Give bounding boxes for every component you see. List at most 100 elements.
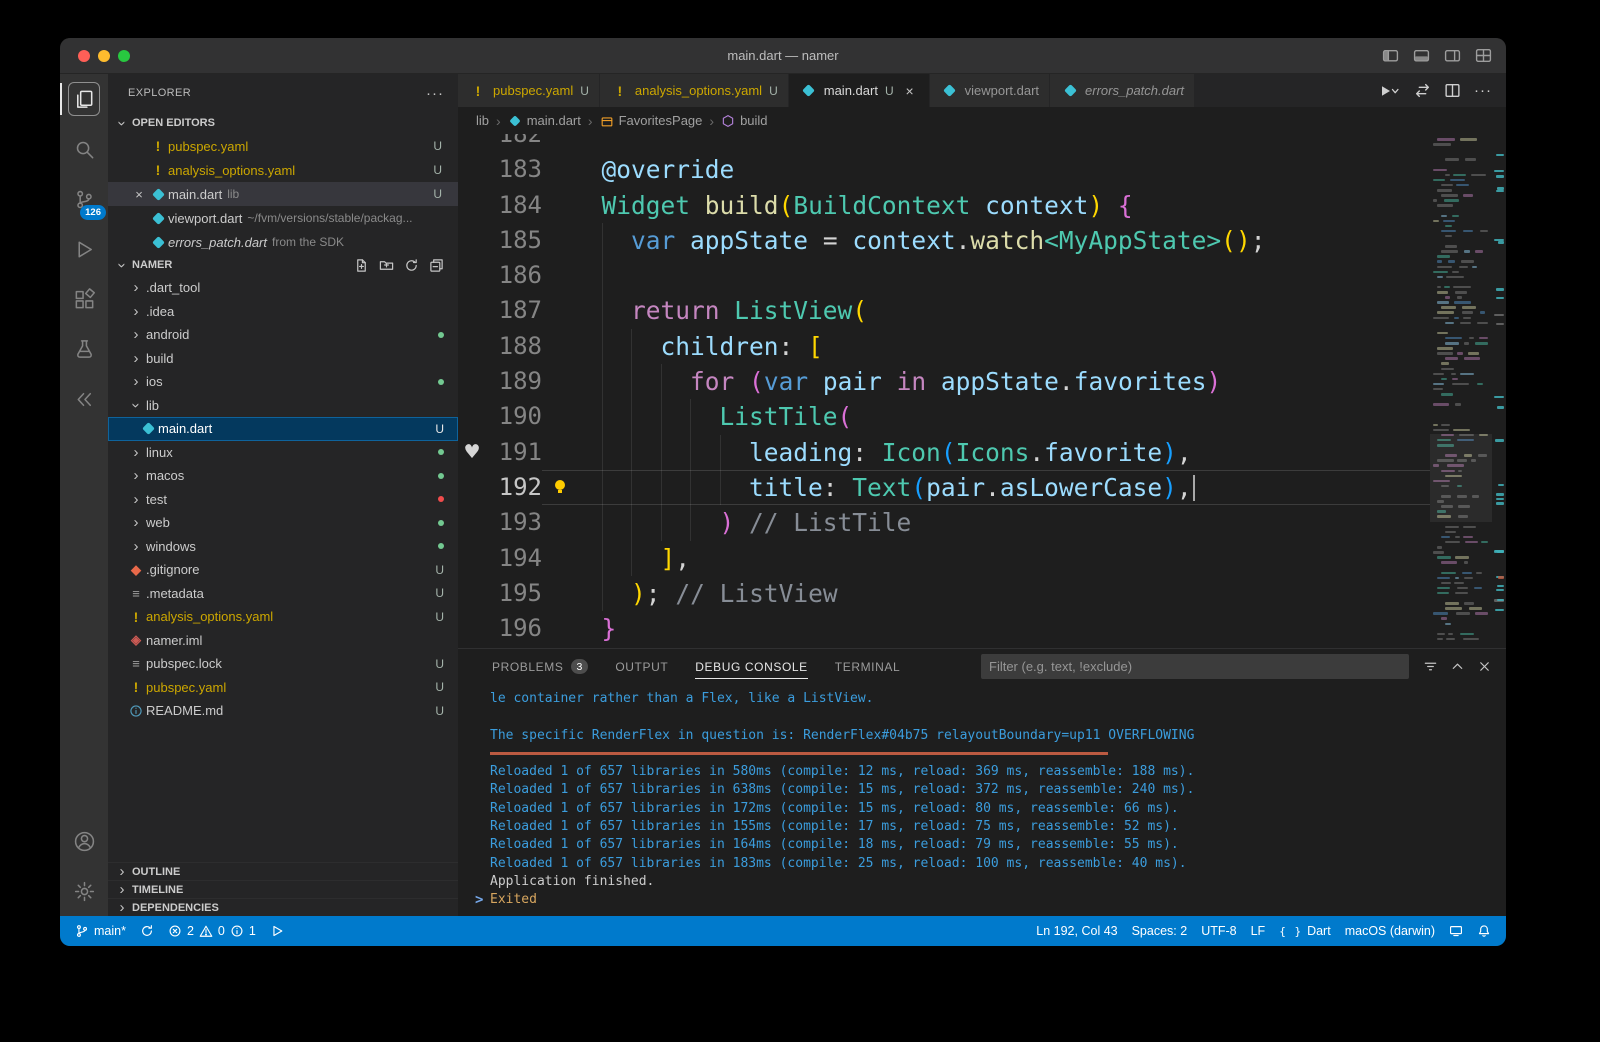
refresh-icon[interactable] <box>404 258 419 273</box>
glyph-margin[interactable]: ♥ <box>458 435 486 470</box>
file-namer-iml[interactable]: ◈namer.iml <box>108 629 458 653</box>
sidebar-more-actions-icon[interactable]: ··· <box>426 85 444 102</box>
status-sync[interactable] <box>133 916 161 946</box>
glyph-margin[interactable] <box>458 364 486 399</box>
file-readme-md[interactable]: README.mdU <box>108 699 458 723</box>
glyph-margin[interactable] <box>458 134 486 152</box>
editor[interactable]: 182183 @override184 Widget build(BuildCo… <box>458 134 1506 648</box>
open-editor-viewport-dart[interactable]: viewport.dart~/fvm/versions/stable/packa… <box>108 206 458 230</box>
tab-viewport-dart[interactable]: viewport.dart <box>930 74 1050 107</box>
folder-build[interactable]: ›build <box>108 347 458 371</box>
breadcrumb-favoritespage[interactable]: FavoritesPage <box>600 113 703 128</box>
close-button[interactable] <box>78 50 90 62</box>
panel-tab-terminal[interactable]: TERMINAL <box>835 649 900 684</box>
customize-layout-icon[interactable] <box>1475 47 1492 64</box>
activity-extensions[interactable] <box>60 274 108 324</box>
zoom-button[interactable] <box>118 50 130 62</box>
activity-run-debug[interactable] <box>60 224 108 274</box>
status-eol[interactable]: LF <box>1244 916 1273 946</box>
file-metadata[interactable]: ≡.metadataU <box>108 582 458 606</box>
status-notifications[interactable] <box>1470 916 1498 946</box>
filter-icon[interactable] <box>1423 659 1438 674</box>
split-editor-icon[interactable] <box>1444 82 1461 99</box>
glyph-margin[interactable] <box>458 293 486 328</box>
console-output[interactable]: le container rather than a Flex, like a … <box>458 684 1506 916</box>
open-editor-errors-patch-dart[interactable]: errors_patch.dartfrom the SDK <box>108 230 458 254</box>
more-icon[interactable]: ··· <box>1474 82 1492 99</box>
file-main-dart[interactable]: main.dartU <box>108 417 458 441</box>
minimize-button[interactable] <box>98 50 110 62</box>
folder-dart-tool[interactable]: ›.dart_tool <box>108 276 458 300</box>
activity-double-chevron[interactable] <box>60 374 108 424</box>
panel-tab-debug-console[interactable]: DEBUG CONSOLE <box>695 649 808 684</box>
open-changes-icon[interactable] <box>1414 82 1431 99</box>
tab-main-dart[interactable]: main.dartU× <box>789 74 930 107</box>
folder-linux[interactable]: ›linux <box>108 441 458 465</box>
activity-explorer[interactable] <box>60 74 108 124</box>
folder-idea[interactable]: ›.idea <box>108 300 458 324</box>
glyph-margin[interactable] <box>458 258 486 293</box>
collapse-all-icon[interactable] <box>429 258 444 273</box>
glyph-margin[interactable] <box>458 329 486 364</box>
breadcrumb-build[interactable]: build <box>721 113 767 128</box>
file-pubspec-lock[interactable]: ≡pubspec.lockU <box>108 652 458 676</box>
file-gitignore[interactable]: ◆.gitignoreU <box>108 558 458 582</box>
status-diagnostics[interactable]: 201 <box>161 916 263 946</box>
glyph-margin[interactable] <box>458 223 486 258</box>
status-language-mode[interactable]: { }Dart <box>1272 916 1338 946</box>
open-editor-analysis-options-yaml[interactable]: !analysis_options.yamlU <box>108 158 458 182</box>
activity-testing[interactable] <box>60 324 108 374</box>
file-analysis-options-yaml[interactable]: !analysis_options.yamlU <box>108 605 458 629</box>
close-editor-icon[interactable]: × <box>130 187 148 202</box>
section-timeline[interactable]: ›TIMELINE <box>108 880 458 898</box>
breadcrumb-main-dart[interactable]: main.dart <box>508 113 581 128</box>
status-encoding[interactable]: UTF-8 <box>1194 916 1243 946</box>
status-remote-screen[interactable] <box>1442 916 1470 946</box>
open-editors-header[interactable]: › OPEN EDITORS <box>108 112 458 134</box>
section-dependencies[interactable]: ›DEPENDENCIES <box>108 898 458 916</box>
panel-tab-output[interactable]: OUTPUT <box>615 649 668 684</box>
folder-test[interactable]: ›test <box>108 488 458 512</box>
section-outline[interactable]: ›OUTLINE <box>108 862 458 880</box>
tab-pubspec-yaml[interactable]: !pubspec.yamlU <box>458 74 600 107</box>
open-editor-pubspec-yaml[interactable]: !pubspec.yamlU <box>108 134 458 158</box>
glyph-margin[interactable] <box>458 541 486 576</box>
glyph-margin[interactable] <box>458 470 486 505</box>
close-tab-icon[interactable]: × <box>901 82 919 100</box>
console-filter-input[interactable] <box>981 654 1409 679</box>
new-file-icon[interactable] <box>354 258 369 273</box>
console-prompt[interactable]: > <box>475 891 483 909</box>
new-folder-icon[interactable] <box>379 258 394 273</box>
file-pubspec-yaml[interactable]: !pubspec.yamlU <box>108 676 458 700</box>
lightbulb-icon[interactable] <box>554 480 566 495</box>
status-cursor-position[interactable]: Ln 192, Col 43 <box>1029 916 1124 946</box>
toggle-sidebar-icon[interactable] <box>1382 47 1399 64</box>
status-git-branch[interactable]: main* <box>68 916 133 946</box>
titlebar[interactable]: main.dart — namer <box>60 38 1506 74</box>
glyph-margin[interactable] <box>458 152 486 187</box>
status-debug[interactable] <box>263 916 291 946</box>
folder-web[interactable]: ›web <box>108 511 458 535</box>
close-icon[interactable] <box>1477 659 1492 674</box>
panel-tab-problems[interactable]: PROBLEMS3 <box>492 649 588 684</box>
open-editor-main-dart[interactable]: ×main.dartlibU <box>108 182 458 206</box>
activity-source-control[interactable]: 126 <box>60 174 108 224</box>
toggle-secondary-sidebar-icon[interactable] <box>1444 47 1461 64</box>
status-indentation[interactable]: Spaces: 2 <box>1125 916 1195 946</box>
tab-analysis-options-yaml[interactable]: !analysis_options.yamlU <box>600 74 789 107</box>
run-icon[interactable] <box>1377 83 1401 99</box>
glyph-margin[interactable] <box>458 611 486 646</box>
activity-settings[interactable] <box>60 866 108 916</box>
folder-lib[interactable]: ›lib <box>108 394 458 418</box>
folder-macos[interactable]: ›macos <box>108 464 458 488</box>
activity-search[interactable] <box>60 124 108 174</box>
status-platform[interactable]: macOS (darwin) <box>1338 916 1442 946</box>
breadcrumb-lib[interactable]: lib <box>476 113 489 128</box>
minimap[interactable] <box>1430 134 1492 648</box>
glyph-margin[interactable] <box>458 576 486 611</box>
project-section-header[interactable]: › NAMER <box>108 254 458 276</box>
folder-android[interactable]: ›android <box>108 323 458 347</box>
glyph-margin[interactable] <box>458 505 486 540</box>
glyph-margin[interactable] <box>458 399 486 434</box>
folder-ios[interactable]: ›ios <box>108 370 458 394</box>
